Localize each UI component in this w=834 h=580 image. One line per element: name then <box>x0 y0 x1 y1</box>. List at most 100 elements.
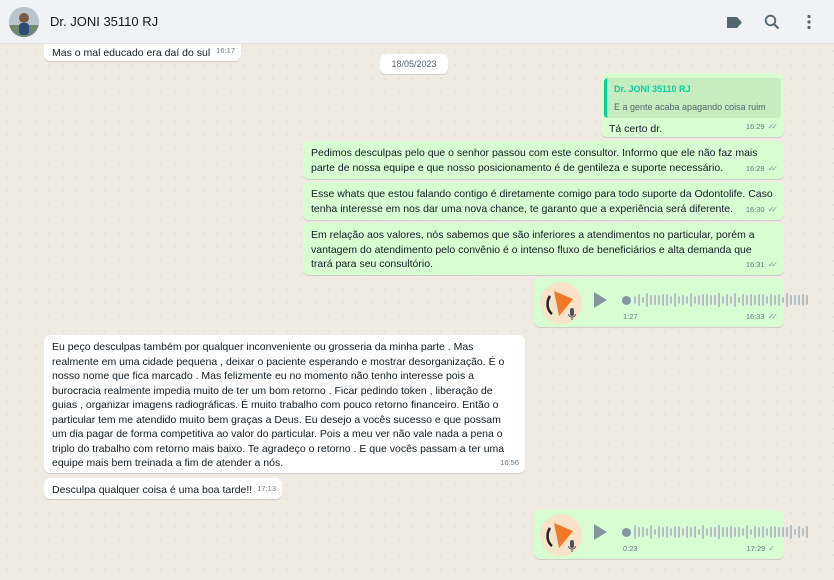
message-incoming[interactable]: Desculpa qualquer coisa é uma boa tarde!… <box>44 478 282 499</box>
single-check-icon: ✓ <box>768 543 775 553</box>
chat-header: Dr. JONI 35110 RJ <box>0 0 834 44</box>
message-text: Em relação aos valores, nós sabemos que … <box>311 229 755 270</box>
quoted-message[interactable]: Dr. JONI 35110 RJ E a gente acaba apagan… <box>604 78 781 118</box>
voice-message[interactable]: 1:27 16:33 ✓✓ <box>534 278 808 327</box>
message-meta: 16:56 <box>500 456 519 471</box>
double-check-icon: ✓✓ <box>767 204 779 214</box>
waveform-bar <box>678 525 680 539</box>
message-meta: 17:13 <box>257 482 276 497</box>
waveform-bar <box>766 528 768 536</box>
waveform-bar <box>726 294 728 306</box>
waveform-bar <box>662 527 664 537</box>
message-outgoing[interactable]: Em relação aos valores, nós sabemos que … <box>303 223 784 275</box>
waveform-bar <box>698 529 700 535</box>
message-text: Desculpa qualquer coisa é uma boa tarde!… <box>52 484 253 496</box>
waveform[interactable] <box>634 522 808 542</box>
waveform-bar <box>742 293 744 307</box>
waveform-bar <box>746 525 748 539</box>
waveform-bar <box>750 528 752 536</box>
message-incoming[interactable]: Mas o mal educado era daí do sul 16:17 <box>44 44 241 61</box>
waveform-bar <box>750 294 752 306</box>
waveform-bar <box>642 296 644 304</box>
mic-icon <box>568 540 576 558</box>
message-outgoing[interactable]: Esse whats que estou falando contigo é d… <box>303 182 784 220</box>
waveform-bar <box>754 295 756 305</box>
waveform-bar <box>730 525 732 539</box>
waveform-bar <box>722 295 724 305</box>
waveform-bar <box>710 526 712 538</box>
message-outgoing[interactable]: Dr. JONI 35110 RJ E a gente acaba apagan… <box>601 73 784 137</box>
message-outgoing[interactable]: Pedimos desculpas pelo que o senhor pass… <box>303 141 784 179</box>
waveform-bar <box>762 525 764 539</box>
play-icon[interactable] <box>594 524 607 540</box>
search-icon[interactable] <box>761 11 783 33</box>
message-time: 16:56 <box>500 457 519 467</box>
waveform-bar <box>638 293 640 307</box>
double-check-icon: ✓✓ <box>767 121 779 131</box>
waveform-bar <box>802 527 804 537</box>
playback-handle[interactable] <box>622 528 631 537</box>
message-time: 16:33 <box>745 311 765 321</box>
message-meta: 17:29 ✓ <box>747 542 778 557</box>
waveform-bar <box>746 294 748 306</box>
waveform-bar <box>706 294 708 306</box>
waveform-bar <box>690 527 692 537</box>
waveform-bar <box>786 293 788 307</box>
message-text: Eu peço desculpas também por qualquer in… <box>52 341 505 469</box>
waveform-bar <box>714 527 716 537</box>
waveform-bar <box>786 527 788 537</box>
message-meta: 16:31 ✓✓ <box>746 258 778 273</box>
waveform-bar <box>806 294 808 306</box>
double-check-icon: ✓✓ <box>767 163 779 173</box>
waveform-bar <box>658 294 660 306</box>
voice-message[interactable]: 0:23 17:29 ✓ <box>534 510 808 559</box>
message-text: Esse whats que estou falando contigo é d… <box>311 188 773 215</box>
message-time: 16:30 <box>745 204 765 214</box>
waveform-bar <box>718 293 720 307</box>
waveform-bar <box>634 525 636 539</box>
waveform-bar <box>686 296 688 304</box>
waveform-bar <box>650 525 652 539</box>
voice-duration: 0:23 <box>623 543 638 553</box>
waveform-bar <box>790 525 792 539</box>
waveform-bar <box>718 525 720 539</box>
waveform-bar <box>674 525 676 539</box>
message-text: Pedimos desculpas pelo que o senhor pass… <box>311 147 758 174</box>
waveform-bar <box>666 526 668 538</box>
playback-handle[interactable] <box>622 296 631 305</box>
quote-text: E a gente acaba apagando coisa ruim <box>614 101 766 112</box>
contact-name[interactable]: Dr. JONI 35110 RJ <box>50 14 158 29</box>
waveform-bar <box>722 526 724 538</box>
mic-icon <box>568 308 576 326</box>
message-list[interactable]: Mas o mal educado era daí do sul 16:17 1… <box>0 44 834 580</box>
message-meta: 16:17 <box>216 44 235 58</box>
waveform-bar <box>690 293 692 307</box>
message-meta: 16:29 ✓✓ <box>746 162 778 177</box>
message-incoming[interactable]: Eu peço desculpas também por qualquer in… <box>44 335 525 473</box>
voice-duration: 1:27 <box>623 311 638 321</box>
waveform-bar <box>770 526 772 538</box>
waveform-bar <box>702 525 704 539</box>
label-icon[interactable] <box>723 11 745 33</box>
waveform-bar <box>654 529 656 535</box>
menu-icon[interactable] <box>798 11 820 33</box>
waveform-bar <box>794 529 796 535</box>
contact-avatar[interactable] <box>9 7 39 37</box>
waveform-bar <box>714 295 716 305</box>
double-check-icon: ✓✓ <box>767 259 779 269</box>
waveform-bar <box>806 526 808 538</box>
waveform-bar <box>726 527 728 537</box>
play-icon[interactable] <box>594 292 607 308</box>
message-text: Mas o mal educado era daí do sul <box>52 47 211 59</box>
waveform-bar <box>758 294 760 306</box>
waveform-bar <box>734 526 736 538</box>
message-time: 17:29 <box>746 543 766 553</box>
waveform-bar <box>758 527 760 537</box>
waveform-bar <box>782 526 784 538</box>
waveform-bar <box>754 526 756 538</box>
waveform-bar <box>698 294 700 306</box>
date-separator: 18/05/2023 <box>380 54 448 74</box>
waveform[interactable] <box>634 290 808 310</box>
message-time: 16:29 <box>745 121 765 131</box>
waveform-bar <box>702 294 704 306</box>
